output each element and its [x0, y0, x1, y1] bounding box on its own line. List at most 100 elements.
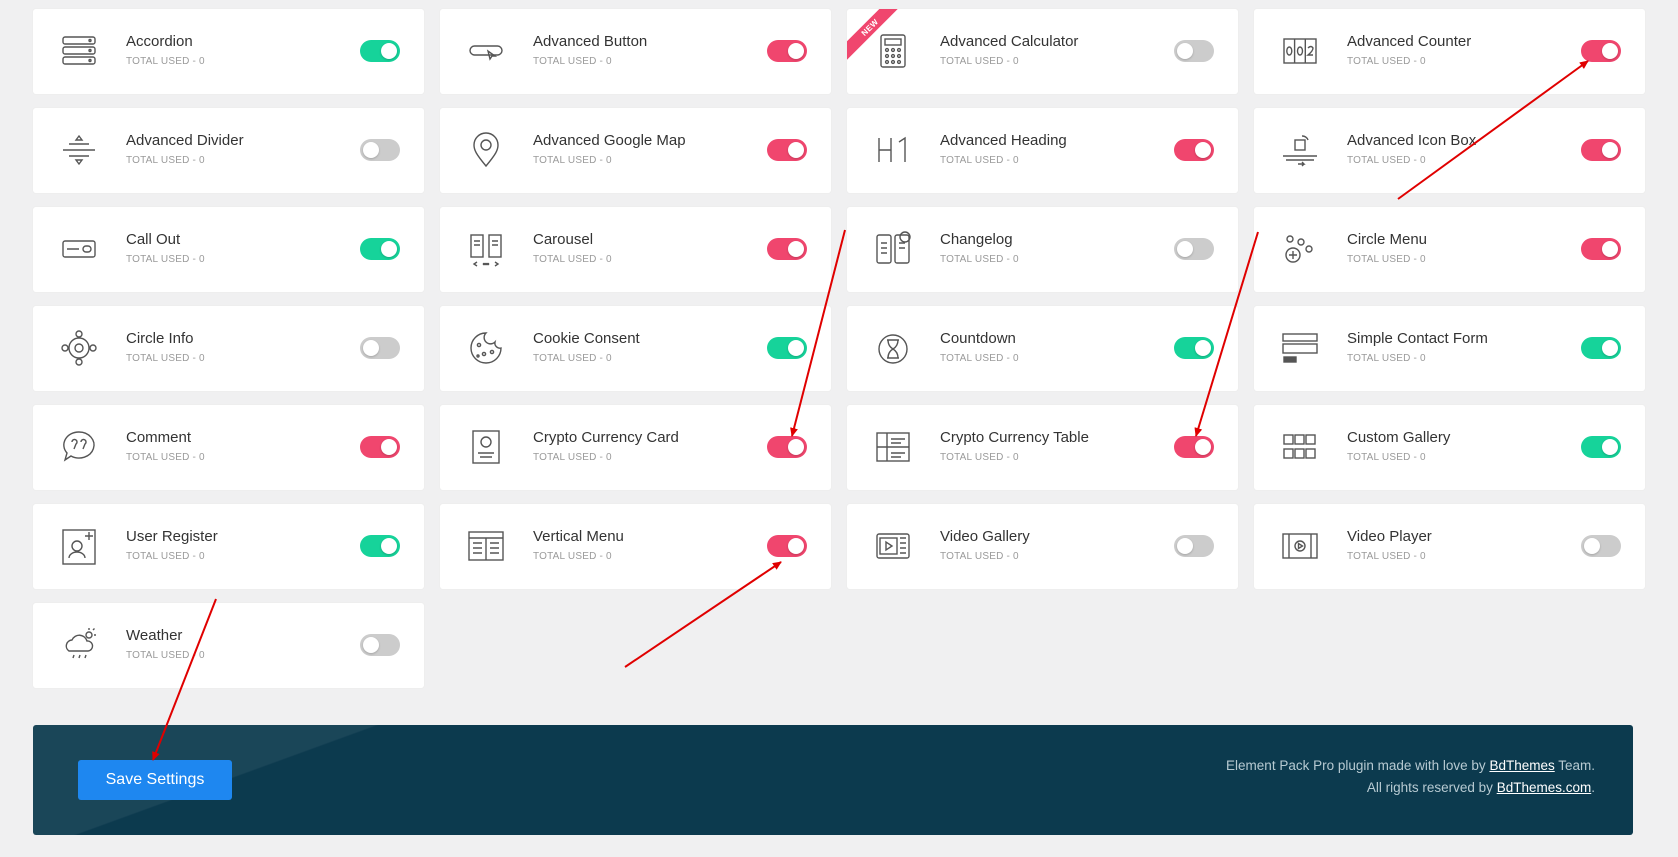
weather-icon	[57, 623, 101, 667]
widget-name: User Register	[126, 528, 218, 545]
widget-toggle-countdown[interactable]	[1174, 337, 1214, 359]
widget-toggle-accordion[interactable]	[360, 40, 400, 62]
widget-name: Accordion	[126, 33, 193, 50]
widget-usage-count: TOTAL USED - 0	[533, 452, 612, 463]
widget-toggle-advanced-heading[interactable]	[1174, 139, 1214, 161]
accordion-icon	[57, 29, 101, 73]
toggle-knob	[1177, 241, 1193, 257]
widget-name: Advanced Heading	[940, 132, 1067, 149]
widget-usage-count: TOTAL USED - 0	[533, 353, 612, 364]
widget-toggle-carousel[interactable]	[767, 238, 807, 260]
widget-usage-count: TOTAL USED - 0	[126, 353, 205, 364]
widget-toggle-circle-menu[interactable]	[1581, 238, 1621, 260]
widget-toggle-custom-gallery[interactable]	[1581, 436, 1621, 458]
widget-name: Advanced Icon Box	[1347, 132, 1477, 149]
widget-card-advanced-divider: Advanced Divider TOTAL USED - 0	[33, 108, 424, 193]
divider-icon	[57, 128, 101, 172]
toggle-knob	[363, 637, 379, 653]
user-register-icon	[57, 524, 101, 568]
widget-toggle-advanced-calculator[interactable]	[1174, 40, 1214, 62]
heading-icon	[871, 128, 915, 172]
toggle-knob	[788, 142, 804, 158]
widget-toggle-call-out[interactable]	[360, 238, 400, 260]
widget-name: Changelog	[940, 231, 1013, 248]
widget-card-simple-contact-form: Simple Contact Form TOTAL USED - 0	[1254, 306, 1645, 391]
widget-usage-count: TOTAL USED - 0	[126, 56, 205, 67]
counter-icon	[1278, 29, 1322, 73]
widget-name: Countdown	[940, 330, 1016, 347]
widget-usage-count: TOTAL USED - 0	[1347, 551, 1426, 562]
widget-toggle-crypto-currency-table[interactable]	[1174, 436, 1214, 458]
widget-toggle-video-player[interactable]	[1581, 535, 1621, 557]
widget-toggle-advanced-icon-box[interactable]	[1581, 139, 1621, 161]
widget-name: Video Gallery	[940, 528, 1030, 545]
bdthemes-link[interactable]: BdThemes	[1489, 758, 1554, 773]
widget-toggle-circle-info[interactable]	[360, 337, 400, 359]
toggle-knob	[1195, 142, 1211, 158]
widget-card-changelog: Changelog TOTAL USED - 0	[847, 207, 1238, 292]
widget-usage-count: TOTAL USED - 0	[940, 353, 1019, 364]
widget-card-crypto-currency-table: Crypto Currency Table TOTAL USED - 0	[847, 405, 1238, 490]
widget-usage-count: TOTAL USED - 0	[126, 650, 205, 661]
widget-name: Advanced Divider	[126, 132, 244, 149]
widget-name: Circle Menu	[1347, 231, 1428, 248]
widget-card-weather: Weather TOTAL USED - 0	[33, 603, 424, 688]
widget-toggle-cookie-consent[interactable]	[767, 337, 807, 359]
widget-toggle-user-register[interactable]	[360, 535, 400, 557]
save-settings-button[interactable]: Save Settings	[78, 760, 232, 800]
widget-card-circle-info: Circle Info TOTAL USED - 0	[33, 306, 424, 391]
toggle-knob	[1584, 538, 1600, 554]
video-gallery-icon	[871, 524, 915, 568]
widget-card-vertical-menu: Vertical Menu TOTAL USED - 0	[440, 504, 831, 589]
widget-toggle-video-gallery[interactable]	[1174, 535, 1214, 557]
footer-rights-suffix: .	[1591, 780, 1595, 795]
widget-name: Crypto Currency Card	[533, 429, 679, 446]
widget-toggle-advanced-divider[interactable]	[360, 139, 400, 161]
widget-usage-count: TOTAL USED - 0	[940, 155, 1019, 166]
widget-usage-count: TOTAL USED - 0	[533, 551, 612, 562]
widget-name: Advanced Counter	[1347, 33, 1472, 50]
toggle-knob	[1602, 142, 1618, 158]
widget-toggle-comment[interactable]	[360, 436, 400, 458]
video-player-icon	[1278, 524, 1322, 568]
widget-toggle-changelog[interactable]	[1174, 238, 1214, 260]
toggle-knob	[363, 340, 379, 356]
circle-menu-icon	[1278, 227, 1322, 271]
widget-usage-count: TOTAL USED - 0	[1347, 353, 1426, 364]
toggle-knob	[1602, 43, 1618, 59]
widget-name: Advanced Google Map	[533, 132, 686, 149]
widget-toggle-weather[interactable]	[360, 634, 400, 656]
widget-card-user-register: User Register TOTAL USED - 0	[33, 504, 424, 589]
widget-card-call-out: Call Out TOTAL USED - 0	[33, 207, 424, 292]
widget-usage-count: TOTAL USED - 0	[533, 254, 612, 265]
widget-toggle-advanced-google-map[interactable]	[767, 139, 807, 161]
widget-usage-count: TOTAL USED - 0	[126, 551, 205, 562]
widget-name: Video Player	[1347, 528, 1432, 545]
widget-toggle-crypto-currency-card[interactable]	[767, 436, 807, 458]
widget-card-advanced-heading: Advanced Heading TOTAL USED - 0	[847, 108, 1238, 193]
widget-usage-count: TOTAL USED - 0	[1347, 56, 1426, 67]
crypto-table-icon	[871, 425, 915, 469]
footer-rights-line: All rights reserved by BdThemes.com.	[1226, 777, 1595, 799]
widget-usage-count: TOTAL USED - 0	[126, 155, 205, 166]
bdthemes-site-link[interactable]: BdThemes.com	[1497, 780, 1592, 795]
widget-card-accordion: Accordion TOTAL USED - 0	[33, 9, 424, 94]
widget-usage-count: TOTAL USED - 0	[126, 254, 205, 265]
widget-toggle-simple-contact-form[interactable]	[1581, 337, 1621, 359]
widget-toggle-advanced-counter[interactable]	[1581, 40, 1621, 62]
toggle-knob	[1602, 439, 1618, 455]
widget-usage-count: TOTAL USED - 0	[1347, 254, 1426, 265]
widget-usage-count: TOTAL USED - 0	[940, 254, 1019, 265]
carousel-icon	[464, 227, 508, 271]
toggle-knob	[381, 439, 397, 455]
widget-name: Comment	[126, 429, 192, 446]
toggle-knob	[363, 142, 379, 158]
button-icon	[464, 29, 508, 73]
changelog-icon	[871, 227, 915, 271]
toggle-knob	[788, 241, 804, 257]
widget-toggle-vertical-menu[interactable]	[767, 535, 807, 557]
comment-icon	[57, 425, 101, 469]
widget-card-advanced-button: Advanced Button TOTAL USED - 0	[440, 9, 831, 94]
widget-card-advanced-icon-box: Advanced Icon Box TOTAL USED - 0	[1254, 108, 1645, 193]
widget-toggle-advanced-button[interactable]	[767, 40, 807, 62]
